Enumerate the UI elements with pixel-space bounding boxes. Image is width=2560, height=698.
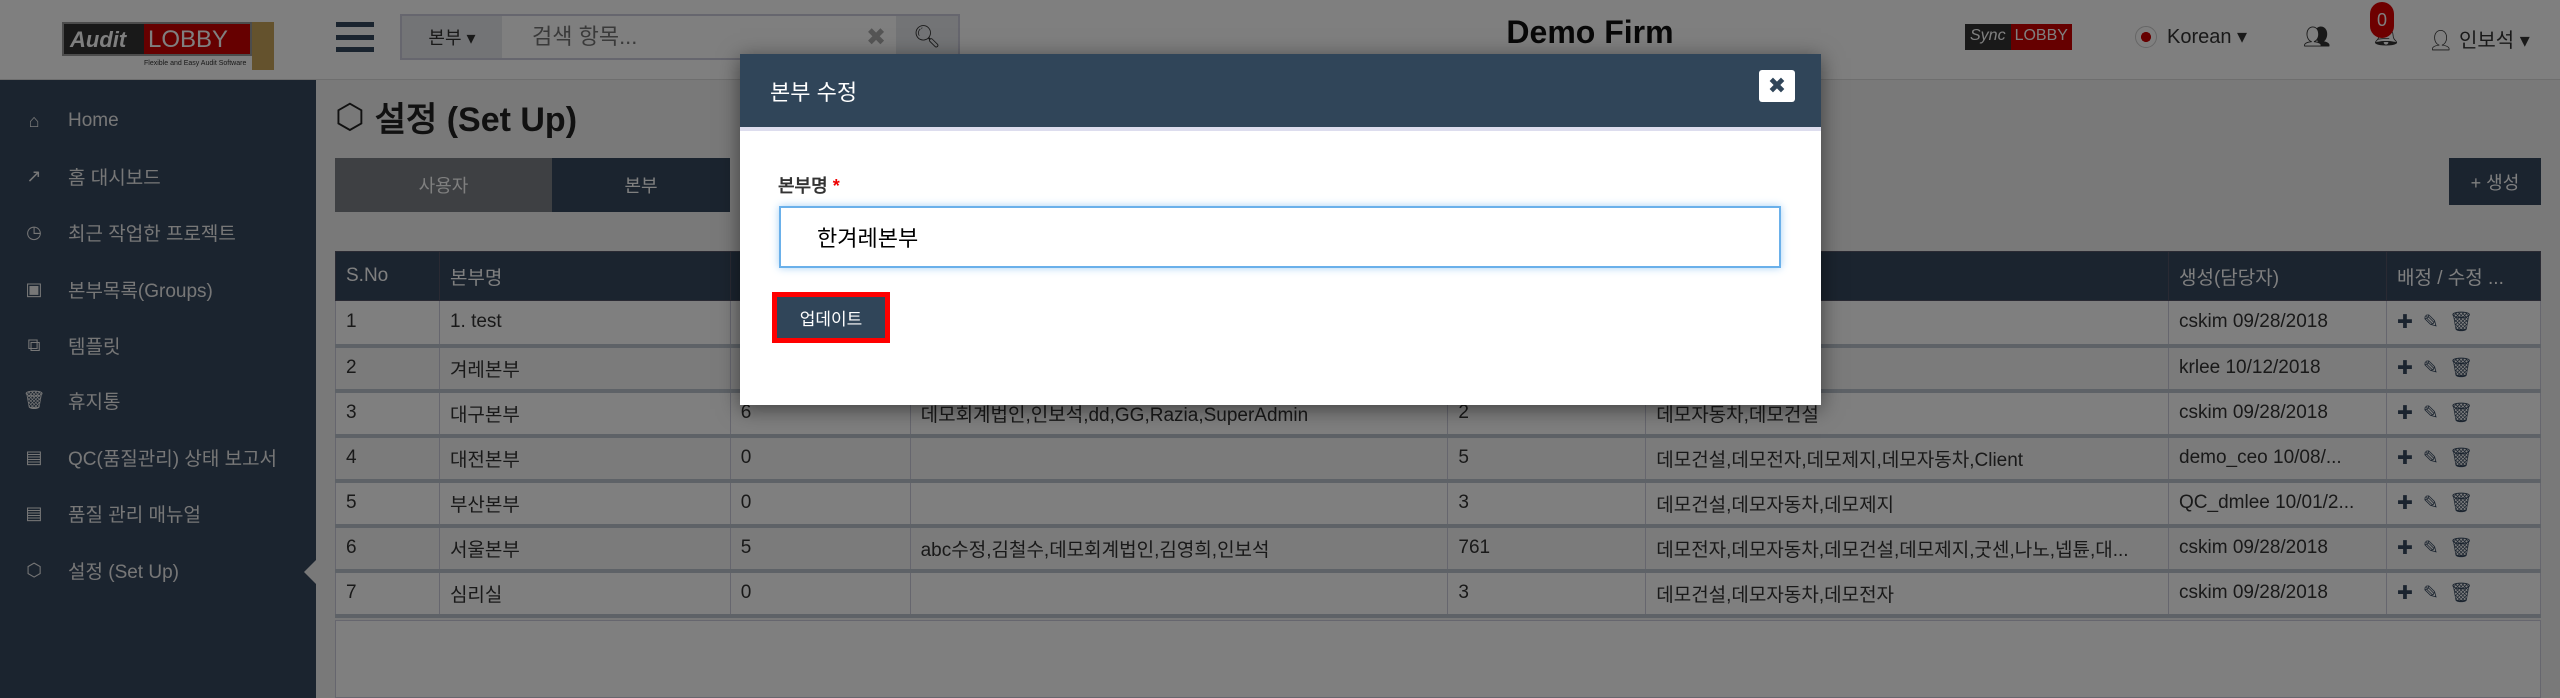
close-button[interactable]: ✖ — [1759, 70, 1795, 102]
modal-title: 본부 수정 — [770, 79, 858, 105]
group-name-label: 본부명 * — [778, 176, 840, 196]
modal-header: 본부 수정 — [740, 54, 1821, 131]
update-button[interactable]: 업데이트 — [772, 292, 890, 343]
required-marker: * — [832, 176, 840, 196]
group-name-input[interactable] — [779, 206, 1781, 268]
edit-group-modal: 본부 수정 ✖ 본부명 * 업데이트 — [740, 54, 1821, 405]
